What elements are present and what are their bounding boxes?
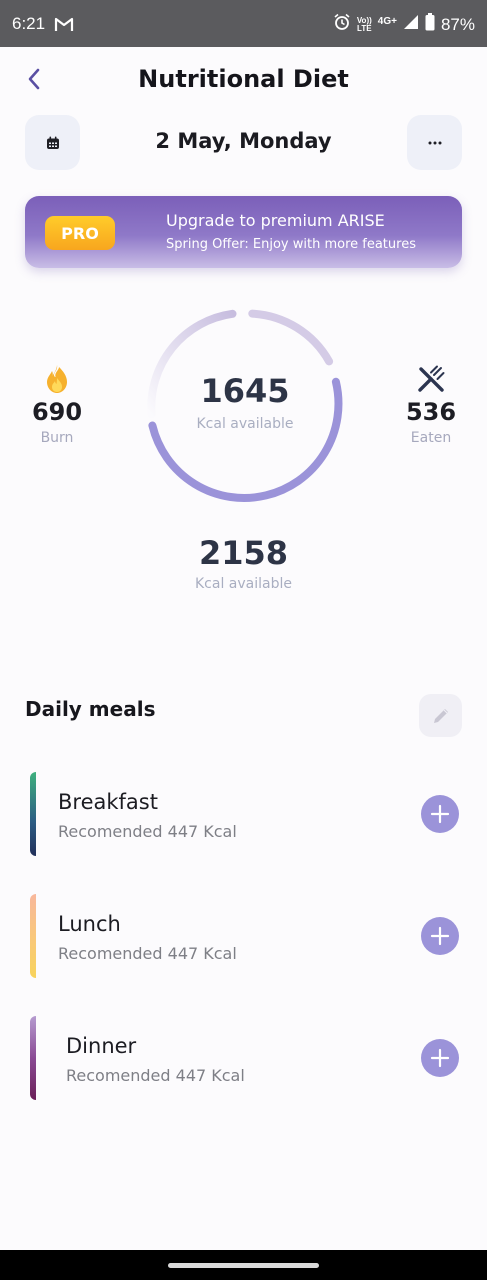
meal-lunch[interactable]: Lunch Recomended 447 Kcal xyxy=(25,894,465,978)
burn-stat: 690 Burn xyxy=(12,360,102,446)
app-header: Nutritional Diet xyxy=(0,47,487,111)
meal-dinner[interactable]: Dinner Recomended 447 Kcal xyxy=(25,1016,465,1100)
battery-percent: 87% xyxy=(440,14,475,34)
status-icons: Vo)) LTE 4G+ 87% xyxy=(333,13,475,36)
meal-name: Breakfast xyxy=(58,790,158,814)
eaten-stat: 536 Eaten xyxy=(386,360,476,446)
burn-value: 690 xyxy=(31,398,83,426)
available-label: Kcal available xyxy=(196,416,294,432)
pencil-icon xyxy=(433,708,448,723)
alarm-icon xyxy=(333,13,351,36)
meal-recommended: Recomended 447 Kcal xyxy=(58,944,237,963)
eaten-value: 536 xyxy=(405,398,457,426)
promo-title: Upgrade to premium ARISE xyxy=(166,211,385,230)
flame-icon xyxy=(12,360,102,394)
plus-icon xyxy=(430,804,450,824)
meal-name: Lunch xyxy=(58,912,121,936)
add-lunch-button[interactable] xyxy=(421,917,459,955)
status-bar: 6:21 Vo)) LTE 4G+ 87% xyxy=(0,0,487,47)
network-type: Vo)) LTE xyxy=(357,16,372,33)
pro-badge: PRO xyxy=(45,216,115,250)
available-value: 1645 xyxy=(200,372,290,410)
battery-icon xyxy=(425,13,435,36)
home-gesture-handle[interactable] xyxy=(168,1263,319,1268)
promo-subtitle: Spring Offer: Enjoy with more features xyxy=(166,237,416,252)
fork-knife-icon xyxy=(386,360,476,394)
add-breakfast-button[interactable] xyxy=(421,795,459,833)
meal-name: Dinner xyxy=(66,1034,137,1058)
signal-icon xyxy=(403,14,419,35)
eaten-label: Eaten xyxy=(410,430,452,446)
total-value: 2158 xyxy=(198,534,289,572)
network-bottom: LTE xyxy=(357,23,372,33)
system-nav-bar xyxy=(0,1250,487,1280)
ring-arc-top-right xyxy=(248,309,334,366)
network-gen: 4G+ xyxy=(377,16,397,27)
meal-recommended: Recomended 447 Kcal xyxy=(66,1066,245,1085)
add-dinner-button[interactable] xyxy=(421,1039,459,1077)
plus-icon xyxy=(430,926,450,946)
premium-upgrade-banner[interactable]: PRO Upgrade to premium ARISE Spring Offe… xyxy=(25,196,462,268)
total-label: Kcal available xyxy=(195,576,292,592)
more-horizontal-icon xyxy=(428,141,441,144)
daily-meals-title: Daily meals xyxy=(25,697,156,721)
status-time: 6:21 xyxy=(12,14,46,33)
meal-recommended: Recomended 447 Kcal xyxy=(58,822,237,841)
more-options-button[interactable] xyxy=(407,115,462,170)
burn-label: Burn xyxy=(40,430,74,446)
meal-breakfast[interactable]: Breakfast Recomended 447 Kcal xyxy=(25,772,465,856)
page-title: Nutritional Diet xyxy=(138,65,349,93)
gmail-icon xyxy=(54,17,74,36)
edit-meals-button[interactable] xyxy=(419,694,462,737)
plus-icon xyxy=(430,1048,450,1068)
date-row: 2 May, Monday xyxy=(0,115,487,171)
